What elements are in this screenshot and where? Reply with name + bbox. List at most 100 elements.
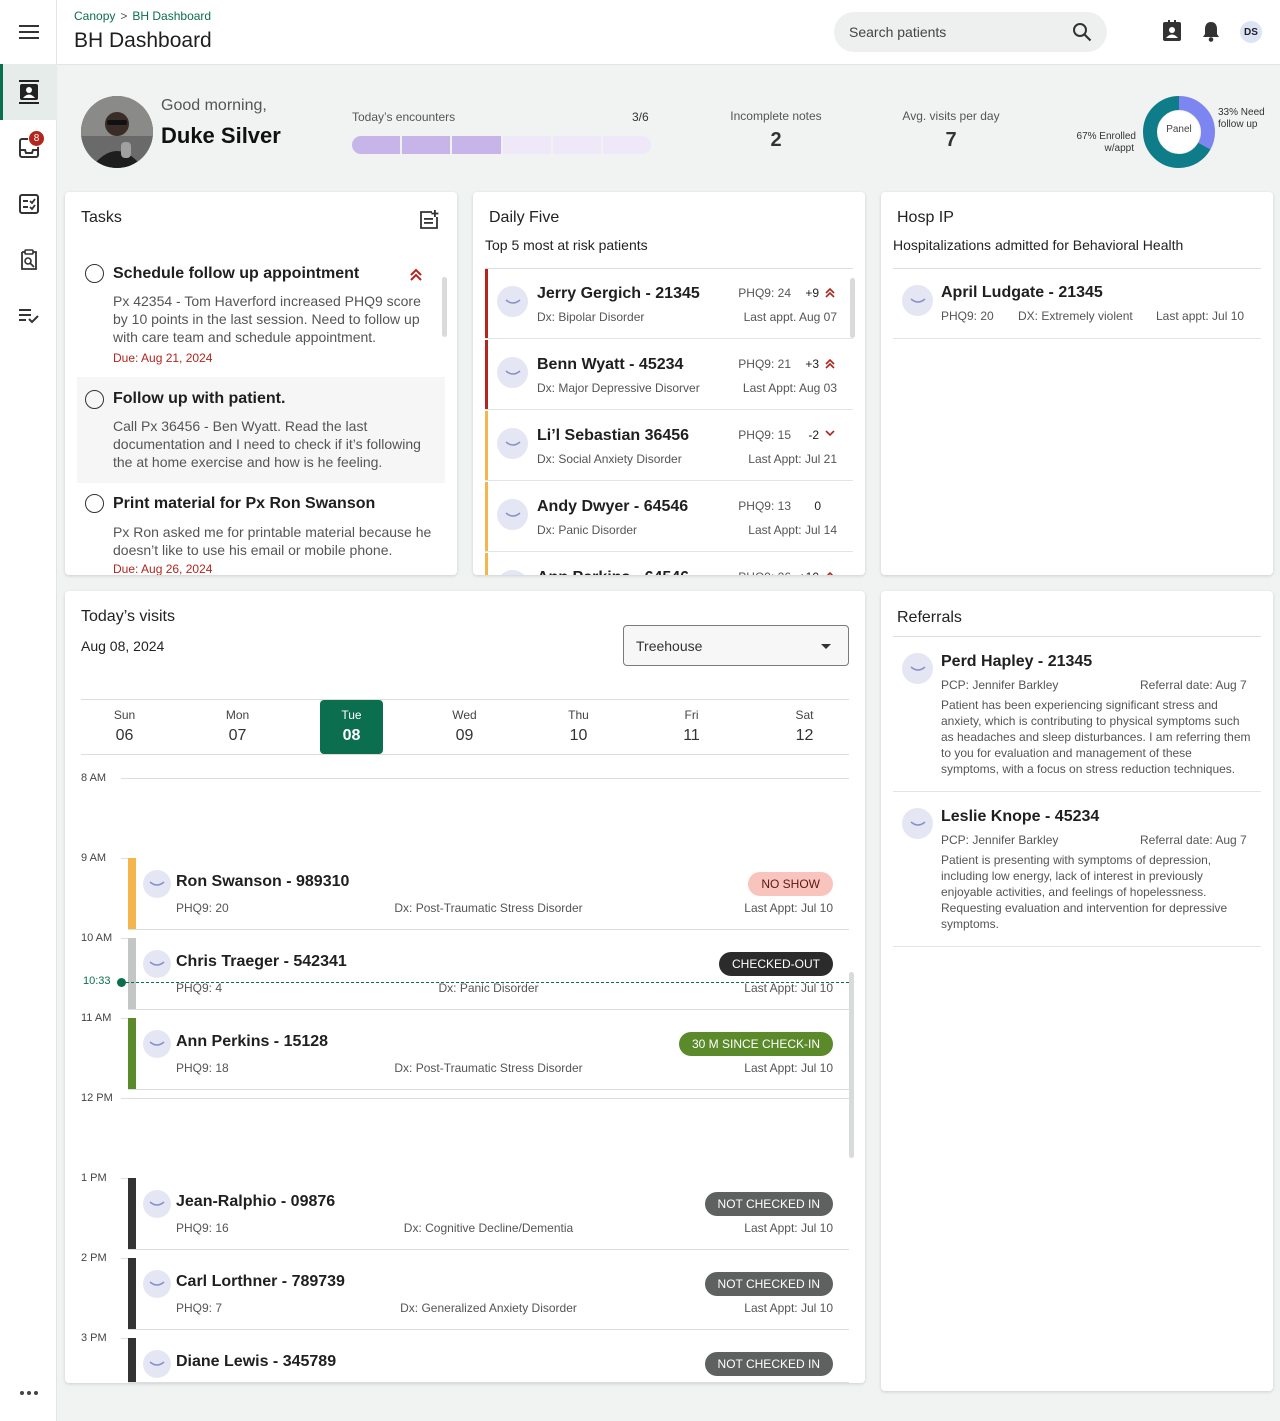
appointment-status-badge: NOT CHECKED IN	[704, 1352, 833, 1376]
task-item[interactable]: Follow up with patient. Call Px 36456 - …	[77, 377, 445, 483]
patient-avatar-icon	[497, 357, 528, 388]
day-number: 06	[115, 727, 134, 744]
search-icon[interactable]	[1072, 22, 1092, 42]
appointment-card[interactable]: Jean-Ralphio - 09876 NOT CHECKED IN PHQ9: …	[128, 1178, 849, 1250]
hour-label: 3 PM	[81, 1332, 107, 1344]
day-number: 07	[228, 727, 247, 744]
risk-level-bar	[485, 411, 488, 480]
tasks-card: Tasks Schedule follow up appointment Px …	[65, 192, 457, 575]
risk-patient-row[interactable]: Li’l Sebastian 36456 Dx: Social Anxiety D…	[485, 411, 853, 481]
day-tue[interactable]: Tue 08	[320, 700, 383, 754]
hour-label: 2 PM	[81, 1252, 107, 1264]
rail-item-patients[interactable]	[0, 64, 57, 120]
visits-title: Today’s visits	[81, 608, 175, 625]
risk-patient-row[interactable]: Ann Perkins - 64546 PHQ9: 26 +10	[485, 553, 853, 575]
patient-name: Ron Swanson - 989310	[176, 873, 350, 890]
day-thu[interactable]: Thu 10	[547, 700, 610, 754]
trend-up-icon	[825, 358, 835, 370]
patient-last-appt: Last Appt: Jul 10	[744, 981, 833, 995]
appointment-status-badge: 30 M SINCE CHECK-IN	[678, 1032, 833, 1056]
rail-item-inbox[interactable]: 8	[0, 120, 57, 176]
rail-item-tasks[interactable]	[0, 176, 57, 232]
panel-center-label: Panel	[1166, 124, 1192, 135]
day-mon[interactable]: Mon 07	[206, 700, 269, 754]
appointment-card[interactable]: Diane Lewis - 345789 NOT CHECKED IN	[128, 1338, 849, 1383]
day-wed[interactable]: Wed 09	[433, 700, 496, 754]
hour-label: 12 PM	[81, 1092, 113, 1104]
risk-level-bar	[485, 553, 488, 575]
rail-item-review[interactable]	[0, 232, 57, 288]
task-item[interactable]: Print material for Px Ron Swanson Px Ron…	[77, 484, 445, 575]
day-name: Sun	[113, 708, 136, 722]
day-sat[interactable]: Sat 12	[773, 700, 836, 754]
more-button[interactable]	[0, 1365, 57, 1421]
breadcrumb-link-canopy[interactable]: Canopy	[74, 9, 115, 23]
location-value: Treehouse	[636, 638, 703, 654]
referral-row[interactable]: Perd Hapley - 21345 PCP: Jennifer Barkle…	[893, 637, 1261, 792]
patient-phq9: PHQ9: 13	[738, 499, 791, 513]
patient-name: Benn Wyatt - 45234	[537, 356, 684, 373]
task-item[interactable]: Schedule follow up appointment Px 42354 …	[77, 254, 445, 370]
visits-date: Aug 08, 2024	[81, 638, 165, 654]
phq9-change: +9	[805, 286, 819, 300]
hosp-ip-title: Hosp IP	[897, 209, 954, 226]
patient-avatar-icon	[143, 1030, 171, 1058]
patient-avatar-icon	[497, 570, 528, 575]
hosp-patient-row[interactable]: April Ludgate - 21345 PHQ9: 20 DX: Extre…	[893, 269, 1261, 339]
phq9-change: +3	[805, 357, 819, 371]
appointment-status-badge: NO SHOW	[748, 872, 833, 896]
day-number: 12	[795, 727, 814, 744]
patient-diagnosis: Dx: Cognitive Decline/Dementia	[403, 1221, 574, 1235]
add-note-icon[interactable]	[419, 210, 439, 230]
patient-last-appt: Last Appt: Jul 10	[744, 901, 833, 915]
patient-diagnosis: Dx: Bipolar Disorder	[537, 310, 645, 324]
day-name: Fri	[684, 708, 699, 722]
breadcrumb-separator: >	[120, 9, 128, 23]
notifications-button[interactable]	[1202, 20, 1220, 42]
phq9-change: +10	[799, 570, 819, 575]
day-sun[interactable]: Sun 06	[93, 700, 156, 754]
patient-avatar-icon	[497, 286, 528, 317]
task-checkbox[interactable]	[85, 264, 104, 283]
patient-diagnosis: Dx: Social Anxiety Disorder	[537, 452, 682, 466]
risk-patient-row[interactable]: Benn Wyatt - 45234 Dx: Major Depressive D…	[485, 340, 853, 410]
appointment-card[interactable]: Chris Traeger - 542341 CHECKED-OUT PHQ9: 4…	[128, 938, 849, 1010]
hour-label: 10 AM	[81, 932, 113, 944]
encounters-progress	[352, 136, 652, 154]
appointment-status-bar	[128, 1258, 136, 1329]
hour-gridline	[121, 778, 849, 779]
appointment-status-bar	[128, 938, 136, 1009]
visits-scrollbar[interactable]	[849, 972, 854, 1158]
risk-patient-row[interactable]: Jerry Gergich - 21345 Dx: Bipolar Disorde…	[485, 269, 853, 339]
checklist-icon	[18, 194, 39, 214]
location-select[interactable]: Treehouse	[623, 625, 849, 666]
appointment-card[interactable]: Ron Swanson - 989310 NO SHOW PHQ9: 20 Dx: P…	[128, 858, 849, 930]
task-checkbox[interactable]	[85, 494, 104, 513]
referral-row[interactable]: Leslie Knope - 45234 PCP: Jennifer Barkl…	[893, 792, 1261, 947]
user-avatar[interactable]: DS	[1240, 21, 1262, 43]
patient-name: Carl Lorthner - 789739	[176, 1273, 345, 1290]
rail-item-worklist[interactable]	[0, 288, 57, 344]
menu-button[interactable]	[0, 4, 57, 60]
appointment-card[interactable]: Ann Perkins - 15128 30 M SINCE CHECK-IN PH…	[128, 1018, 849, 1090]
patient-card-button[interactable]	[1162, 20, 1182, 42]
tasks-scrollbar[interactable]	[442, 277, 447, 337]
breadcrumb-link-dashboard[interactable]: BH Dashboard	[132, 9, 211, 23]
day-name: Wed	[452, 708, 477, 722]
search-input[interactable]: Search patients	[834, 12, 1107, 52]
appointment-card[interactable]: Carl Lorthner - 789739 NOT CHECKED IN PHQ9…	[128, 1258, 849, 1330]
daily-five-scrollbar[interactable]	[850, 278, 855, 338]
referral-note: Patient has been experiencing significan…	[941, 698, 1251, 776]
risk-patient-row[interactable]: Andy Dwyer - 64546 Dx: Panic Disorder PHQ9…	[485, 482, 853, 552]
patient-diagnosis: Dx: Post-Traumatic Stress Disorder	[394, 901, 583, 915]
user-name: Duke Silver	[161, 123, 281, 148]
phq9-change: 0	[814, 499, 821, 513]
patient-diagnosis: DX: Extremely violent	[1018, 309, 1133, 323]
task-checkbox[interactable]	[85, 390, 104, 409]
encounter-progress-segment	[502, 136, 551, 154]
hour-gridline	[121, 1098, 849, 1099]
referral-date: Referral date: Aug 7	[1140, 833, 1247, 847]
day-fri[interactable]: Fri 11	[660, 700, 723, 754]
referral-note: Patient is presenting with symptoms of d…	[941, 853, 1228, 931]
trend-down-icon	[825, 429, 835, 437]
